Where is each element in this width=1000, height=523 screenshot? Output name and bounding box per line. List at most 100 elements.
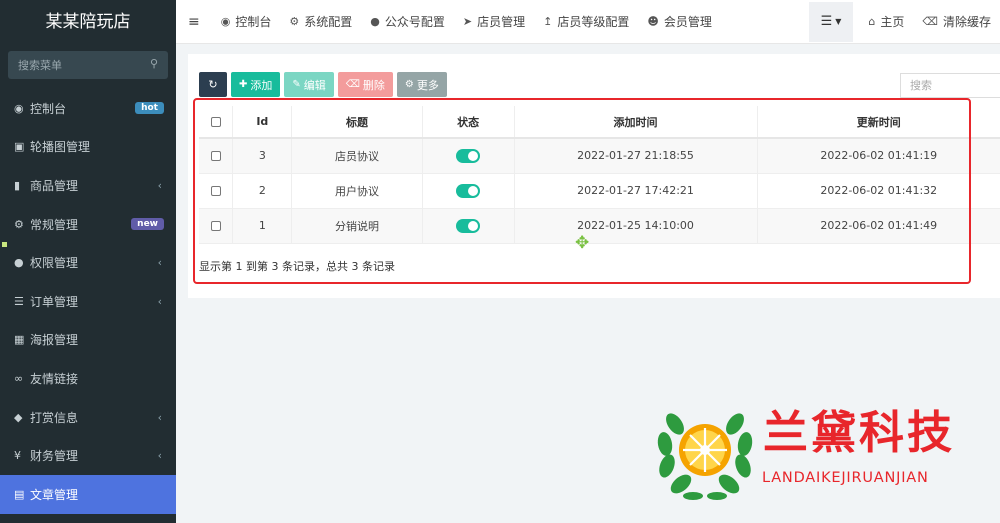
- sidebar-item-label: 文章管理: [30, 487, 79, 502]
- new-badge: new: [131, 218, 164, 231]
- tab-label: 店员等级配置: [557, 15, 630, 29]
- add-label: 添加: [250, 78, 273, 92]
- status-toggle[interactable]: [456, 148, 481, 163]
- status-toggle[interactable]: [456, 218, 481, 233]
- table-row[interactable]: 3 店员协议 2022-01-27 21:18:55 2022-06-02 01…: [199, 138, 1000, 174]
- gear-icon: ⚙: [289, 15, 300, 28]
- chevron-left-icon: ‹: [157, 178, 162, 192]
- sidebar-item-articles[interactable]: ▤ 文章管理: [0, 474, 176, 514]
- sidebar-item-label: 打赏信息: [30, 410, 79, 425]
- logo-emblem-icon: [657, 413, 753, 500]
- dashboard-icon: ◉: [220, 15, 231, 28]
- menu-toggle-icon[interactable]: ≡: [176, 0, 212, 44]
- sidebar: 某某陪玩店 ⚲ ◉控制台hot ▣ 轮播图管理 ▮ 商品管理 ‹ ⚙常规管理new ●…: [0, 0, 176, 523]
- tab-dashboard[interactable]: ◉ 控制台: [212, 0, 281, 44]
- dashboard-icon: ◉: [14, 101, 24, 115]
- select-all-checkbox[interactable]: [210, 117, 221, 127]
- tab-system-config[interactable]: ⚙ 系统配置: [280, 0, 361, 44]
- tab-staff-levels[interactable]: ↥ 店员等级配置: [534, 0, 638, 44]
- content-panel: ↻ ✚添加 ✎编辑 ⌫删除 ⚙更多 Id 标题 状态 添加时间 更新时间 3 店…: [188, 54, 1000, 298]
- tab-members[interactable]: ☻ 会员管理: [638, 0, 720, 44]
- delete-label: 删除: [362, 78, 385, 92]
- column-header-title[interactable]: 标题: [291, 106, 423, 139]
- tab-label: 店员管理: [477, 15, 526, 29]
- list-icon: ☰: [14, 294, 24, 308]
- tab-wechat-config[interactable]: ● 公众号配置: [361, 0, 454, 44]
- chevron-left-icon: ‹: [157, 410, 162, 424]
- sidebar-item-rewards[interactable]: ◆ 打赏信息 ‹: [0, 398, 176, 437]
- cell-title: 分销说明: [291, 208, 423, 244]
- search-icon[interactable]: ⚲: [150, 57, 158, 70]
- home-icon: ⌂: [868, 15, 876, 28]
- column-header-updated[interactable]: 更新时间: [756, 106, 1000, 139]
- table-row[interactable]: 2 用户协议 2022-01-27 17:42:21 2022-06-02 01…: [199, 173, 1000, 209]
- sidebar-item-orders[interactable]: ☰ 订单管理 ‹: [0, 282, 176, 321]
- cell-updated: 2022-06-02 01:41:32: [756, 173, 1000, 209]
- cell-id: 2: [232, 173, 292, 209]
- sidebar-item-label: 轮播图管理: [30, 140, 91, 155]
- sidebar-item-products[interactable]: ▮ 商品管理 ‹: [0, 166, 176, 205]
- cell-updated: 2022-06-02 01:41:49: [756, 208, 1000, 244]
- delete-button[interactable]: ⌫ 删除: [337, 72, 393, 97]
- sidebar-item-posters[interactable]: ▦ 海报管理: [0, 321, 176, 360]
- sidebar-search: ⚲: [8, 51, 168, 79]
- cell-title: 店员协议: [291, 138, 423, 174]
- sidebar-item-label: 友情链接: [30, 371, 79, 386]
- cell-status: [421, 138, 515, 174]
- cell-status: [421, 208, 515, 244]
- watermark-subtitle: LANDAIKEJIRUANJIAN: [762, 470, 929, 486]
- row-select-cell: [199, 138, 233, 174]
- sidebar-item-label: 权限管理: [30, 256, 79, 271]
- sidebar-item-permissions[interactable]: ● 权限管理 ‹: [0, 243, 176, 282]
- add-button[interactable]: ✚ 添加: [231, 72, 281, 97]
- link-icon: ∞: [14, 371, 24, 385]
- trash-icon: ⌫: [345, 79, 360, 90]
- clear-cache-link[interactable]: ⌫ 清除缓存: [913, 0, 1000, 44]
- column-header-status[interactable]: 状态: [421, 106, 515, 139]
- pagination-summary: 显示第 1 到第 3 条记录，总共 3 条记录: [199, 260, 395, 273]
- image-icon: ▣: [14, 140, 25, 154]
- cogs-icon: ⚙: [14, 217, 24, 231]
- status-toggle[interactable]: [456, 183, 481, 198]
- sidebar-item-general[interactable]: ⚙ 常规管理 new: [0, 205, 176, 244]
- nav-dropdown-button[interactable]: ☰ ▼: [808, 1, 854, 42]
- user-icon: ☻: [647, 15, 659, 28]
- row-checkbox[interactable]: [210, 186, 221, 196]
- edit-button[interactable]: ✎ 编辑: [284, 72, 334, 97]
- sidebar-item-dashboard[interactable]: ◉ 控制台 hot: [0, 89, 176, 128]
- pencil-icon: ✎: [292, 79, 301, 90]
- watermark-logo: 兰黛科技 LANDAIKEJIRUANJIAN: [655, 404, 975, 504]
- tab-label: 会员管理: [663, 15, 712, 29]
- yen-icon: ¥: [14, 449, 21, 463]
- table-row[interactable]: 1 分销说明 2022-01-25 14:10:00 2022-06-02 01…: [199, 208, 1000, 244]
- refresh-button[interactable]: ↻: [199, 72, 227, 97]
- sidebar-item-label: 订单管理: [30, 294, 79, 309]
- users-icon: ●: [14, 256, 24, 270]
- sidebar-item-label: 财务管理: [30, 449, 79, 464]
- more-button[interactable]: ⚙ 更多: [396, 72, 447, 97]
- list-icon: ☰: [820, 14, 833, 29]
- select-all-cell: [199, 106, 233, 139]
- book-icon: ▮: [14, 178, 21, 192]
- sidebar-item-finance[interactable]: ¥ 财务管理 ‹: [0, 436, 176, 475]
- cell-created: 2022-01-25 14:10:00: [513, 208, 757, 244]
- cell-created: 2022-01-27 21:18:55: [513, 138, 757, 174]
- cell-title: 用户协议: [291, 173, 423, 209]
- column-header-id[interactable]: Id: [232, 106, 292, 139]
- gift-icon: ◆: [14, 410, 23, 424]
- row-select-cell: [199, 173, 233, 209]
- table-toolbar: ↻ ✚ 添加 ✎ 编辑 ⌫ 删除 ⚙ 更多: [199, 72, 447, 97]
- column-header-created[interactable]: 添加时间: [513, 106, 757, 139]
- send-icon: ➤: [462, 15, 473, 28]
- home-link[interactable]: ⌂ 主页: [859, 0, 913, 44]
- row-checkbox[interactable]: [210, 151, 221, 162]
- cell-id: 3: [232, 138, 292, 174]
- sidebar-item-carousel[interactable]: ▣ 轮播图管理: [0, 128, 176, 167]
- sidebar-search-input[interactable]: [8, 51, 168, 79]
- table-search-input[interactable]: [900, 73, 1000, 98]
- caret-down-icon: ▼: [835, 17, 842, 26]
- sidebar-item-links[interactable]: ∞ 友情链接: [0, 359, 176, 398]
- trash-icon: ⌫: [922, 15, 938, 28]
- row-checkbox[interactable]: [210, 221, 221, 231]
- tab-staff[interactable]: ➤ 店员管理: [454, 0, 534, 44]
